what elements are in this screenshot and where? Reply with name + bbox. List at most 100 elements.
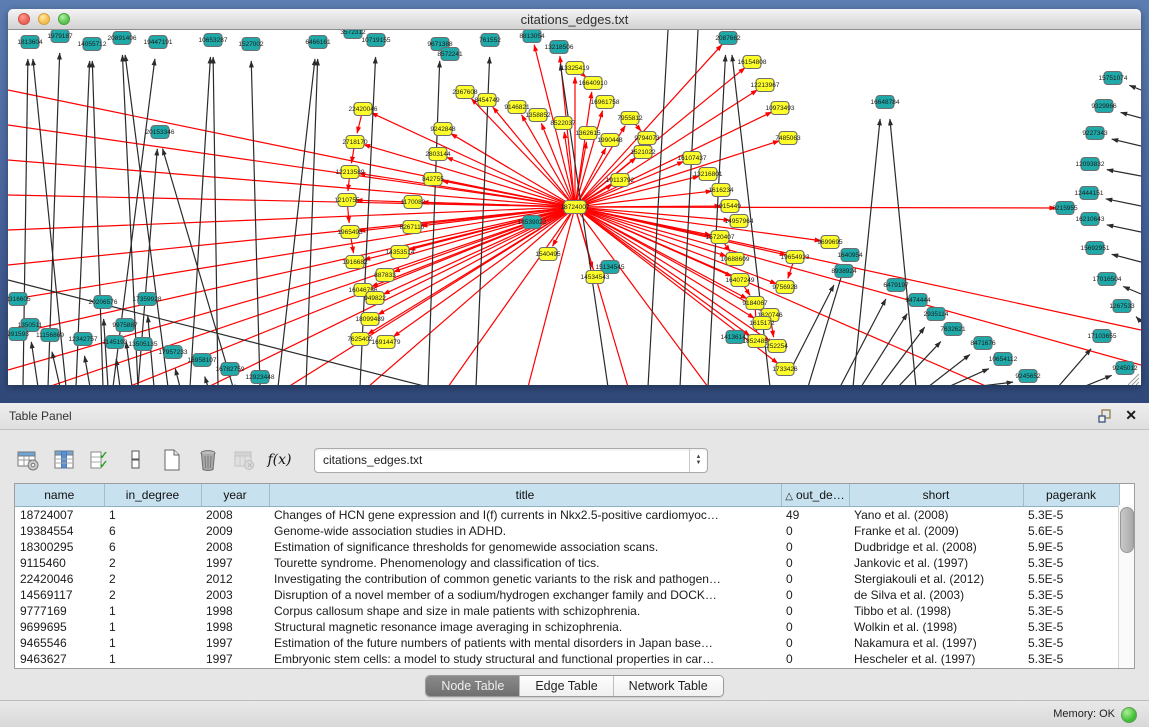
network-node[interactable]: 15692951 <box>1081 242 1110 255</box>
network-node[interactable]: 1640954 <box>837 249 863 262</box>
network-node[interactable]: 12923448 <box>246 371 275 384</box>
network-graph[interactable]: 1813604197918714055712208914061944719110… <box>8 30 1141 385</box>
table-select[interactable]: citations_edges.txt ▲ ▼ <box>314 448 708 473</box>
network-node[interactable]: 9329966 <box>1091 100 1117 113</box>
table-row[interactable]: 1938455462009Genome-wide association stu… <box>15 523 1119 539</box>
network-node[interactable]: 15720407 <box>706 231 735 244</box>
network-node[interactable]: 16154808 <box>738 56 767 69</box>
network-node[interactable]: 13325419 <box>561 62 590 75</box>
network-node[interactable]: 13505135 <box>129 338 158 351</box>
network-node[interactable]: 9245012 <box>1112 362 1138 375</box>
network-node[interactable]: 7485063 <box>775 132 801 145</box>
network-node[interactable]: 1540495 <box>535 248 561 261</box>
network-node[interactable]: 1733426 <box>772 363 798 376</box>
network-node[interactable]: 6466161 <box>305 36 331 49</box>
network-node[interactable]: 1358852 <box>525 109 551 122</box>
network-node[interactable]: 10654112 <box>989 353 1018 366</box>
network-node[interactable]: 10719155 <box>362 34 391 47</box>
network-node[interactable]: 20153346 <box>146 126 175 139</box>
network-node[interactable]: 12444151 <box>1075 187 1104 200</box>
network-node[interactable]: 9245652 <box>1015 370 1041 383</box>
table-vertical-scrollbar[interactable] <box>1118 505 1134 668</box>
scrollbar-thumb[interactable] <box>1120 507 1134 553</box>
network-node[interactable]: 1990448 <box>597 134 623 147</box>
network-node[interactable]: 13218506 <box>545 41 574 54</box>
network-node[interactable]: 949822 <box>364 292 386 305</box>
network-node[interactable]: 8572241 <box>437 48 463 61</box>
network-node[interactable]: 1615172 <box>749 317 775 330</box>
network-node[interactable]: 8813054 <box>519 30 545 43</box>
network-node[interactable]: 16961758 <box>591 96 620 109</box>
table-row[interactable]: 1456911722003Disruption of a novel membe… <box>15 587 1119 603</box>
network-node[interactable]: 16640910 <box>579 77 608 90</box>
network-node[interactable]: 1210755 <box>334 194 360 207</box>
network-node[interactable]: 7632621 <box>940 323 966 336</box>
column-header-pagerank[interactable]: pagerank <box>1023 484 1119 507</box>
network-node[interactable]: 7955812 <box>617 112 643 125</box>
row-check-button[interactable]: ✓ ✓ <box>86 447 113 474</box>
network-node[interactable]: 12342757 <box>69 333 98 346</box>
network-node[interactable]: 16782759 <box>216 363 245 376</box>
function-builder-button[interactable]: f(x) <box>266 447 293 474</box>
network-node[interactable]: 10653287 <box>199 34 228 47</box>
network-node[interactable]: 1979187 <box>47 30 73 43</box>
network-node[interactable]: 12093832 <box>1076 158 1105 171</box>
table-row[interactable]: 2242004622012Investigating the contribut… <box>15 571 1119 587</box>
network-node[interactable]: 761552 <box>479 34 501 47</box>
network-node[interactable]: 2935114 <box>924 308 949 321</box>
close-panel-icon[interactable]: ✕ <box>1125 407 1137 424</box>
network-node[interactable]: 8267110 <box>400 221 425 234</box>
column-header-name[interactable]: name <box>15 484 104 507</box>
network-node[interactable]: 9975887 <box>112 319 138 332</box>
tab-edge-table[interactable]: Edge Table <box>520 676 613 696</box>
column-header-short[interactable]: short <box>849 484 1023 507</box>
network-node[interactable]: 1916682 <box>342 256 368 269</box>
network-node[interactable]: 9227343 <box>1082 127 1108 140</box>
network-node[interactable]: 8938924 <box>831 265 857 278</box>
column-header-title[interactable]: title <box>269 484 781 507</box>
network-node[interactable]: 252254 <box>766 340 788 353</box>
column-chooser-button[interactable] <box>50 447 77 474</box>
network-node[interactable]: 16648784 <box>871 96 900 109</box>
network-node[interactable]: 14353514 <box>386 246 415 259</box>
table-row[interactable]: 969969511998Structural magnetic resonanc… <box>15 619 1119 635</box>
network-node[interactable]: 19447191 <box>144 36 173 49</box>
table-settings-button[interactable] <box>14 447 41 474</box>
network-node[interactable]: 391593 <box>8 328 29 341</box>
table-row[interactable]: 946554611997Estimation of the future num… <box>15 635 1119 651</box>
table-row[interactable]: 1872400712008Changes of HCN gene express… <box>15 507 1119 524</box>
network-node[interactable]: 1965493 <box>337 226 363 239</box>
network-node[interactable]: 6479197 <box>883 279 909 292</box>
network-canvas[interactable]: 1813604197918714055712208914061944719110… <box>8 30 1141 385</box>
network-node[interactable]: 887833 <box>374 269 396 282</box>
network-node[interactable]: 842755 <box>422 173 444 186</box>
network-node[interactable]: 915449 <box>719 200 741 213</box>
network-node[interactable]: 2803144 <box>425 148 451 161</box>
network-node[interactable]: 7625402 <box>347 333 373 346</box>
network-node[interactable]: 9794073 <box>634 132 660 145</box>
network-node[interactable]: 9184067 <box>742 297 768 310</box>
tab-network-table[interactable]: Network Table <box>614 676 723 696</box>
network-node[interactable]: 8522037 <box>550 117 576 130</box>
network-node[interactable]: 16914479 <box>372 336 401 349</box>
resize-grip[interactable] <box>1128 374 1139 385</box>
network-window-titlebar[interactable]: citations_edges.txt <box>8 9 1141 30</box>
network-node[interactable]: 17103655 <box>1088 330 1117 343</box>
delete-column-button[interactable] <box>194 447 221 474</box>
network-node[interactable]: 9242848 <box>430 123 456 136</box>
merge-rows-button[interactable] <box>122 447 149 474</box>
network-node[interactable]: 14055712 <box>78 38 107 51</box>
network-node[interactable]: 8454749 <box>474 94 500 107</box>
network-node[interactable]: 1521022 <box>630 146 656 159</box>
network-node[interactable]: 1616234 <box>708 184 734 197</box>
network-node[interactable]: 12213967 <box>751 79 780 92</box>
network-node[interactable]: 1170082 <box>401 196 426 209</box>
network-node[interactable]: 16210643 <box>1076 213 1105 226</box>
float-window-icon[interactable] <box>1097 408 1113 424</box>
table-row[interactable]: 1830029562008Estimation of significance … <box>15 539 1119 555</box>
column-header-out_de[interactable]: △out_de… <box>781 484 849 507</box>
network-node[interactable]: 9699695 <box>817 236 843 249</box>
column-header-in_degree[interactable]: in_degree <box>104 484 201 507</box>
network-node[interactable]: 1145193 <box>103 336 128 349</box>
table-row[interactable]: 946362711997Embryonic stem cells: a mode… <box>15 651 1119 667</box>
